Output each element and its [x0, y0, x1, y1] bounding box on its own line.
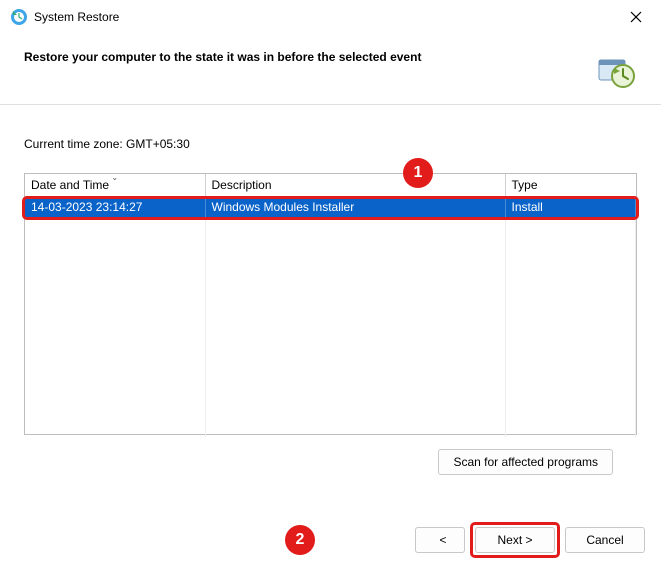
- table-row: [25, 217, 636, 237]
- restore-large-icon: [593, 50, 637, 94]
- wizard-footer: < Next > Cancel 2: [415, 527, 645, 553]
- content-area: Current time zone: GMT+05:30 ⌄ Date and …: [0, 105, 661, 483]
- table-row: [25, 297, 636, 317]
- restore-points-table: ⌄ Date and Time Description Type 14-03-2…: [24, 173, 637, 435]
- header: Restore your computer to the state it wa…: [0, 34, 661, 104]
- annotation-badge-2: 2: [285, 525, 315, 555]
- back-button[interactable]: <: [415, 527, 465, 553]
- system-restore-icon: [10, 8, 28, 26]
- table-row: [25, 257, 636, 277]
- page-title: Restore your computer to the state it wa…: [24, 50, 593, 64]
- table-row: [25, 417, 636, 437]
- table-row: [25, 237, 636, 257]
- table-row: [25, 317, 636, 337]
- column-header-date-label: Date and Time: [31, 178, 109, 192]
- window-title: System Restore: [34, 10, 621, 24]
- table-row[interactable]: 14-03-2023 23:14:27 Windows Modules Inst…: [25, 197, 636, 218]
- timezone-label: Current time zone: GMT+05:30: [24, 137, 637, 151]
- cancel-button[interactable]: Cancel: [565, 527, 645, 553]
- sort-indicator-icon: ⌄: [111, 173, 118, 182]
- close-icon: [630, 11, 642, 23]
- close-button[interactable]: [621, 5, 651, 29]
- table-row: [25, 357, 636, 377]
- scan-row: Scan for affected programs: [24, 435, 637, 475]
- table-row: [25, 337, 636, 357]
- next-button[interactable]: Next >: [475, 527, 555, 553]
- table-row: [25, 277, 636, 297]
- cell-date: 14-03-2023 23:14:27: [25, 197, 205, 218]
- table-row: [25, 397, 636, 417]
- column-header-description[interactable]: Description: [205, 174, 505, 197]
- scan-affected-button[interactable]: Scan for affected programs: [438, 449, 613, 475]
- column-header-type[interactable]: Type: [505, 174, 636, 197]
- table-header-row: ⌄ Date and Time Description Type: [25, 174, 636, 197]
- column-header-date[interactable]: ⌄ Date and Time: [25, 174, 205, 197]
- table-row: [25, 377, 636, 397]
- titlebar: System Restore: [0, 0, 661, 34]
- cell-type: Install: [505, 197, 636, 218]
- cell-description: Windows Modules Installer: [205, 197, 505, 218]
